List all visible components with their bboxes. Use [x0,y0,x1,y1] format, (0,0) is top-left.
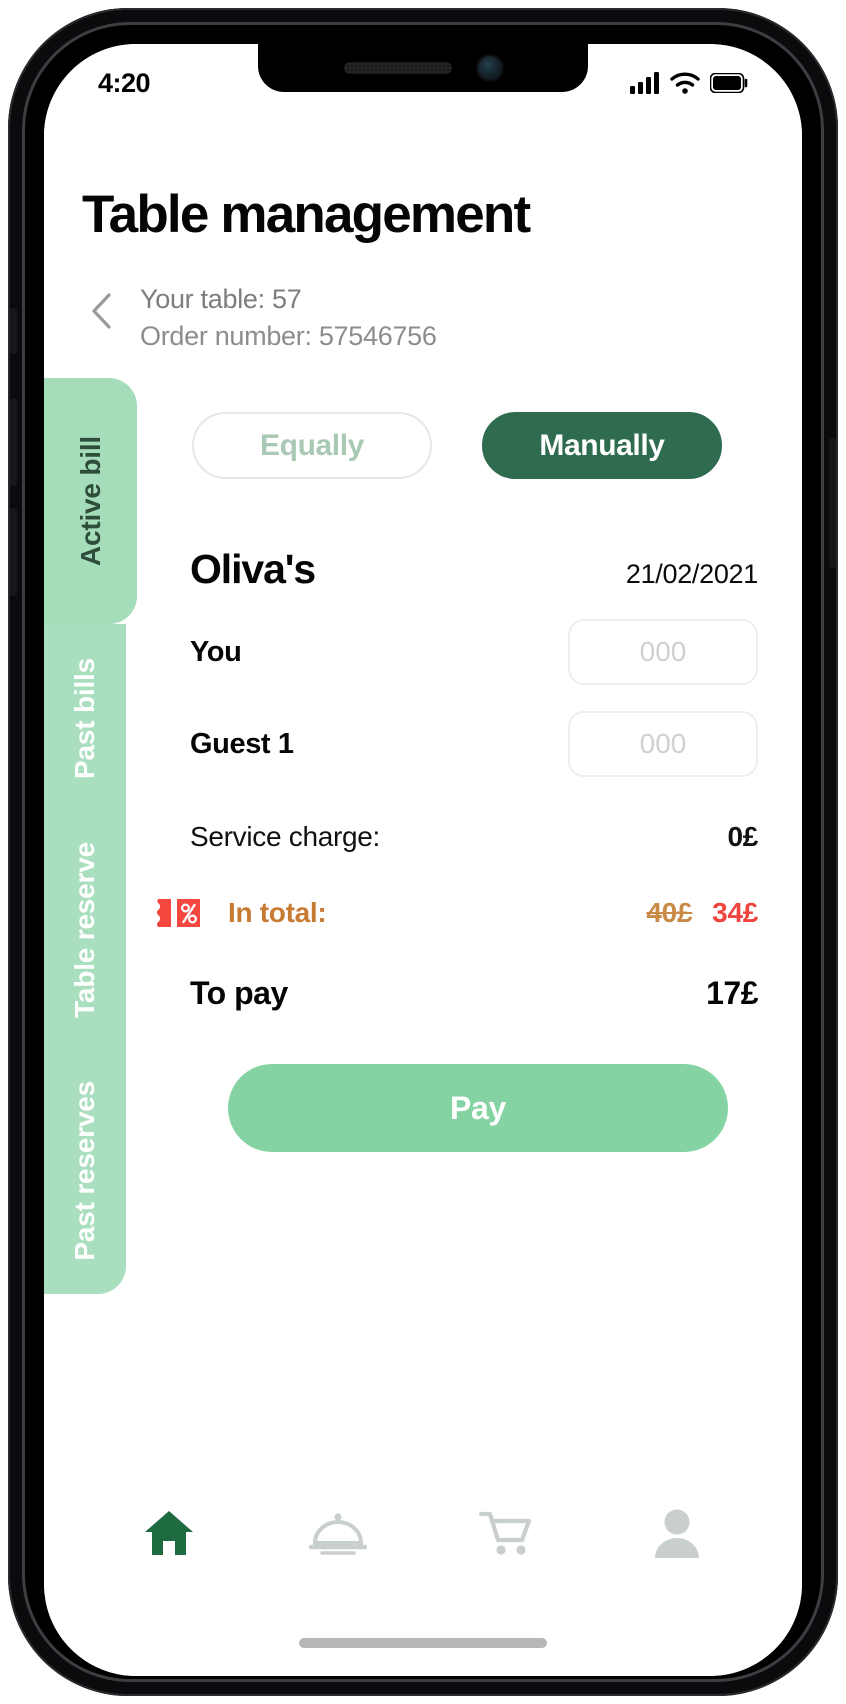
subheader: Your table: 57 Order number: 57546756 [84,284,437,352]
bill-date: 21/02/2021 [625,559,758,589]
sidebar-tab-past-reserves[interactable]: Past reserves [44,1048,126,1294]
app-content: Table management Your table: 57 Order nu… [44,44,802,1676]
amount-input-guest-1[interactable] [568,711,758,777]
bill-card: Oliva's 21/02/2021 You Guest 1 Service c… [156,546,762,1152]
to-pay-value: 17£ [706,975,758,1011]
in-total-row: In total: 40£ 34£ [156,895,762,931]
back-button[interactable] [84,288,118,334]
power-button[interactable] [829,438,836,568]
phone-screen: Table management Your table: 57 Order nu… [44,44,802,1676]
sidebar-tab-table-reserve[interactable]: Table reserve [44,812,126,1048]
room-service-cloche-icon [309,1513,368,1555]
to-pay-label: To pay [190,975,288,1011]
total-discounted-price: 34£ [712,897,758,928]
service-charge-value: 0£ [727,821,758,852]
split-equally-button[interactable]: Equally [192,412,432,479]
sidebar-tab-label: Active bill [74,435,106,567]
cellular-signal-icon [630,72,659,94]
chevron-left-icon [92,293,111,329]
nav-item-profile[interactable] [632,1493,722,1573]
phone-frame: Table management Your table: 57 Order nu… [8,8,838,1696]
subheader-text: Your table: 57 Order number: 57546756 [140,284,437,352]
nav-item-cart[interactable] [463,1493,553,1573]
order-number-label: Order number: 57546756 [140,321,437,351]
payer-row-you: You [156,619,762,685]
speaker-grille [344,62,452,74]
amount-input-you[interactable] [568,619,758,685]
home-icon [144,1511,193,1555]
shopping-cart-icon [478,1511,531,1555]
bottom-navigation-bar [44,1478,802,1588]
payer-name: You [190,635,242,668]
in-total-left: In total: [156,895,327,931]
discount-percent-ticket-icon [156,895,202,931]
page-title: Table management [82,185,531,244]
volume-down-button[interactable] [10,508,17,596]
status-bar-clock: 4:20 [98,67,151,98]
sidebar-tab-label: Past reserves [69,1081,100,1261]
phone-notch [258,44,588,92]
user-profile-icon [655,1509,700,1558]
restaurant-name: Oliva's [190,546,316,592]
payer-row-guest-1: Guest 1 [156,711,762,777]
silent-switch[interactable] [10,308,17,354]
bill-header: Oliva's 21/02/2021 [156,546,762,593]
split-manually-button[interactable]: Manually [482,412,722,479]
pay-button[interactable]: Pay [228,1064,728,1152]
to-pay-row: To pay 17£ [156,975,762,1012]
split-mode-toggle: Equally Manually [192,412,722,479]
sidebar-tab-label: Past bills [69,657,100,779]
payer-name: Guest 1 [190,727,294,760]
status-bar-icons [630,72,748,94]
sidebar-tab-label: Table reserve [69,842,100,1018]
service-charge-row: Service charge: 0£ [156,821,762,853]
nav-item-room-service[interactable] [293,1493,383,1573]
service-charge-label: Service charge: [190,821,381,852]
battery-full-icon [710,73,748,93]
sidebar-tab-active-bill[interactable]: Active bill [44,378,137,624]
table-number-label: Your table: 57 [140,284,302,314]
in-total-label: In total: [228,897,327,928]
sidebar-tab-past-bills[interactable]: Past bills [44,624,126,812]
side-tabs: Active bill Past bills Table reserve Pas… [44,378,137,1294]
total-original-price: 40£ [646,897,693,928]
wifi-icon [670,72,700,94]
in-total-values: 40£ 34£ [646,897,758,929]
nav-item-home[interactable] [124,1493,214,1573]
front-camera-icon [478,56,502,80]
volume-up-button[interactable] [10,398,17,486]
home-indicator [299,1638,547,1648]
